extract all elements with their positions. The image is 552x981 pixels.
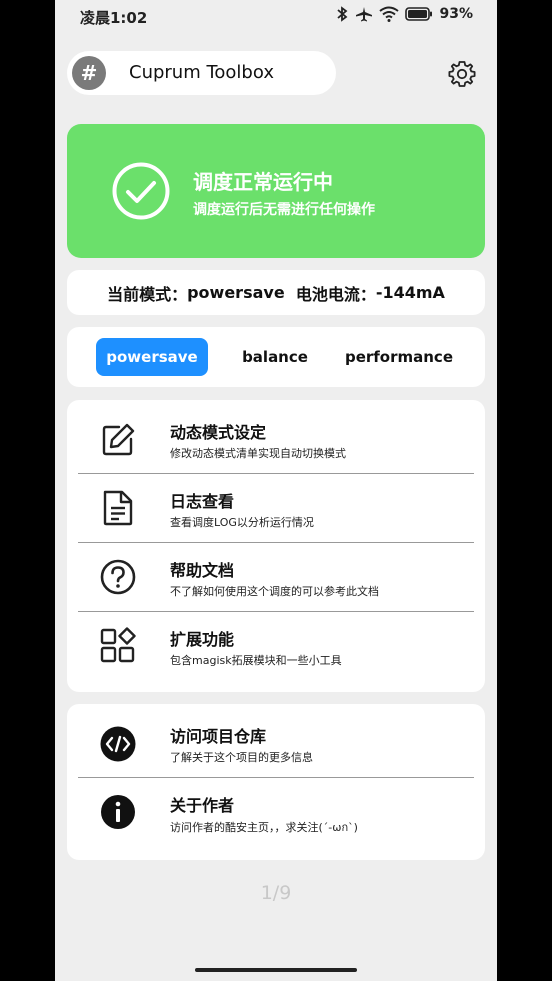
code-icon [100,726,136,762]
settings-button[interactable] [448,60,476,88]
edit-icon [102,423,135,456]
check-circle-icon [112,162,170,220]
battery-icon [405,7,433,21]
menu-item-extensions[interactable]: 扩展功能 包含magisk拓展模块和一些小工具 [67,612,485,681]
status-bar: 凌晨1:02 93% [55,0,497,34]
menu-item-desc: 不了解如何使用这个调度的可以参考此文档 [170,585,379,598]
app-title-bar: # Cuprum Toolbox [67,51,336,95]
menu-item-title: 日志查看 [170,492,235,511]
menu-item-title: 动态模式设定 [170,423,267,442]
current-value: -144mA [375,283,445,302]
apps-icon [100,627,136,663]
status-subtitle: 调度运行后无需进行任何操作 [193,202,375,218]
secondary-menu-card: 访问项目仓库 了解关于这个项目的更多信息 关于作者 访问作者的酷安主页，，求关注… [67,704,485,860]
menu-item-dynamic-mode[interactable]: 动态模式设定 修改动态模式清单实现自动切换模式 [67,405,485,474]
battery-percent: 93% [439,6,473,22]
info-icon [101,795,135,829]
mode-button-balance[interactable]: balance [227,338,323,376]
menu-item-title: 关于作者 [170,796,235,815]
mode-button-performance[interactable]: performance [343,338,455,376]
scheduler-status-card[interactable]: 调度正常运行中 调度运行后无需进行任何操作 [67,124,485,258]
page-indicator: 1/9 [260,882,292,904]
mode-button-powersave[interactable]: powersave [96,338,208,376]
airplane-mode-icon [356,7,373,22]
info-spacer [285,283,296,302]
menu-item-title: 访问项目仓库 [170,727,267,746]
menu-item-desc: 查看调度LOG以分析运行情况 [170,516,314,529]
menu-item-help-docs[interactable]: 帮助文档 不了解如何使用这个调度的可以参考此文档 [67,543,485,612]
app-logo-icon: # [72,56,106,90]
current-label: 电池电流： [295,284,376,304]
status-title: 调度正常运行中 [193,170,333,194]
menu-item-desc: 访问作者的酷安主页，，求关注(´-ωก`) [170,821,358,834]
help-icon [100,559,136,595]
mode-selector: powersave balance performance [67,327,485,387]
wifi-icon [379,6,400,22]
menu-item-desc: 了解关于这个项目的更多信息 [170,751,313,764]
menu-item-desc: 包含magisk拓展模块和一些小工具 [170,654,342,667]
log-file-icon [103,490,133,526]
phone-screen: 凌晨1:02 93% # Cuprum Toolbox 调度正常运行中 调度运行… [55,0,497,981]
menu-item-repository[interactable]: 访问项目仓库 了解关于这个项目的更多信息 [67,709,485,778]
menu-item-desc: 修改动态模式清单实现自动切换模式 [170,447,346,460]
home-indicator[interactable] [195,968,357,972]
bluetooth-icon [337,6,348,22]
main-menu-card: 动态模式设定 修改动态模式清单实现自动切换模式 日志查看 查看调度LOG以分析运… [67,400,485,692]
mode-label: 当前模式： [107,284,188,304]
menu-item-log-viewer[interactable]: 日志查看 查看调度LOG以分析运行情况 [67,474,485,543]
mode-value: powersave [187,283,285,302]
app-title: Cuprum Toolbox [129,62,274,83]
menu-item-title: 帮助文档 [170,561,235,580]
menu-item-title: 扩展功能 [170,630,235,649]
menu-item-about-author[interactable]: 关于作者 访问作者的酷安主页，，求关注(´-ωก`) [67,778,485,847]
gear-icon [448,61,476,87]
status-icons: 93% [335,6,473,22]
status-time: 凌晨1:02 [80,9,148,27]
current-info-bar: 当前模式： powersave 电池电流： -144mA [67,270,485,315]
